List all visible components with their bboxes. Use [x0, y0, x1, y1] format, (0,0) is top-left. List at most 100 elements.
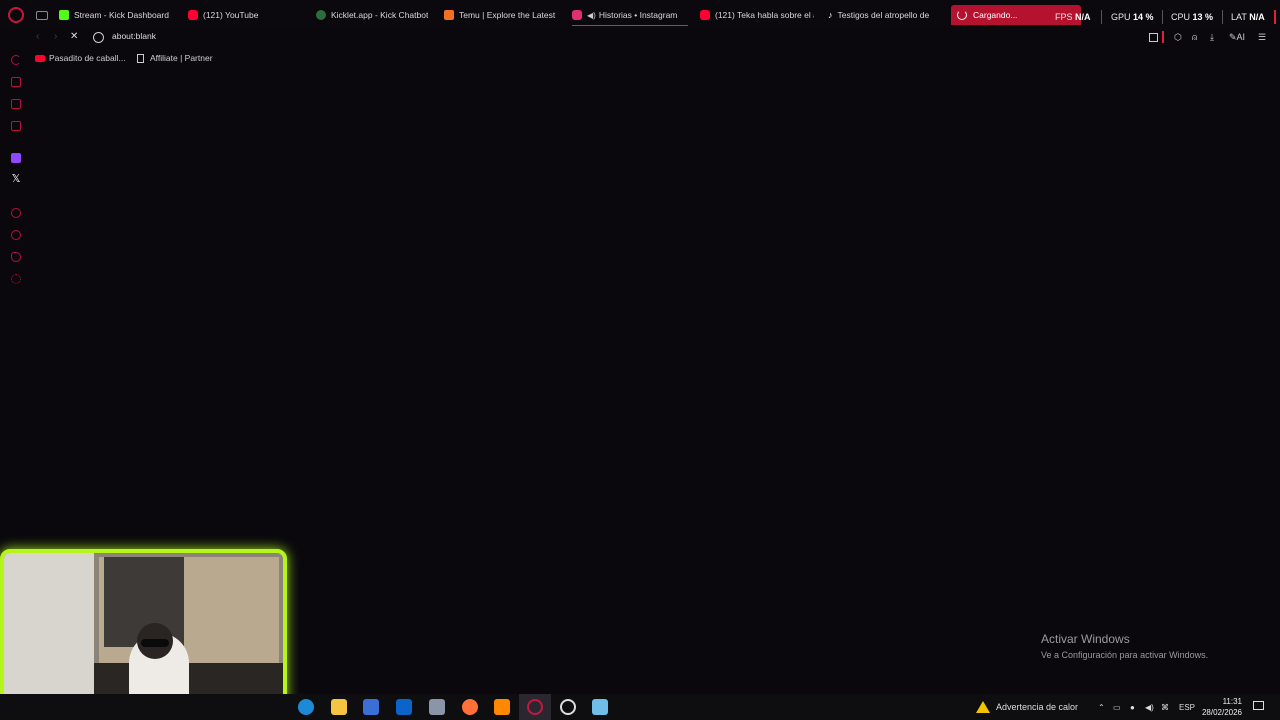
accent-divider	[1274, 10, 1276, 24]
taskbar	[0, 694, 1280, 720]
youtube-icon	[700, 10, 710, 20]
app-icon[interactable]	[429, 699, 445, 715]
instagram-icon	[572, 10, 582, 20]
opera-gx-icon[interactable]	[527, 699, 543, 715]
youtube-icon	[35, 54, 45, 62]
speaker-icon: ◀)	[587, 10, 596, 20]
lat-label: LAT	[1231, 12, 1247, 22]
tab-title: Stream - Kick Dashboard	[74, 10, 169, 20]
cpu-value: 13 %	[1192, 12, 1214, 22]
address-bar: ‹ › ✕ about:blank	[0, 28, 1280, 46]
divider	[1162, 10, 1163, 24]
back-icon[interactable]: ‹	[36, 31, 39, 42]
lat-stat: LAT N/A	[1231, 12, 1265, 22]
tab-temu[interactable]: Temu | Explore the Latest	[444, 5, 556, 25]
watermark-subtitle: Ve a Configuración para activar Windows.	[1041, 650, 1209, 660]
outlook-icon[interactable]	[396, 699, 412, 715]
divider	[1101, 10, 1102, 24]
microphone-icon[interactable]: ●	[1130, 703, 1135, 712]
opera-gx-logo-icon[interactable]	[8, 7, 24, 23]
aria-ai-button[interactable]: ✎AI	[1229, 32, 1251, 42]
heat-warning-label: Advertencia de calor	[996, 702, 1079, 712]
stop-loading-icon[interactable]: ✕	[70, 31, 78, 42]
play-icon[interactable]	[11, 208, 21, 218]
tab-title: Testigos del atropello de	[837, 10, 930, 20]
refresh-icon[interactable]	[11, 55, 21, 65]
explorer-icon[interactable]	[331, 699, 347, 715]
profile-icon[interactable]: ⍝	[1192, 32, 1202, 42]
notepad-icon[interactable]	[592, 699, 608, 715]
news-icon[interactable]	[11, 121, 21, 131]
speedtest-icon[interactable]	[560, 699, 576, 715]
aria-icon: ✎	[1229, 32, 1237, 42]
divider	[1222, 10, 1223, 24]
lat-value: N/A	[1249, 12, 1265, 22]
network-icon[interactable]: ⌘	[1161, 703, 1169, 712]
settings-icon[interactable]	[11, 274, 21, 284]
firefox-icon[interactable]	[462, 699, 478, 715]
snapshot-icon[interactable]	[1149, 33, 1158, 42]
tiktok-icon: ♪	[828, 10, 833, 20]
warning-icon	[976, 701, 990, 713]
ai-label: AI	[1236, 32, 1246, 42]
clock-time: 11:31	[1222, 697, 1242, 706]
gpu-stat: GPU 14 %	[1111, 12, 1154, 22]
loading-spinner-icon	[957, 10, 967, 20]
notifications-icon[interactable]	[1253, 701, 1264, 710]
vlc-icon[interactable]	[494, 699, 510, 715]
tab-title: Temu | Explore the Latest	[459, 10, 556, 20]
page-icon	[137, 53, 144, 63]
history-icon[interactable]	[11, 230, 21, 240]
tab-kick-dashboard[interactable]: Stream - Kick Dashboard	[59, 5, 179, 25]
extensions-icon[interactable]: ⬡	[1174, 32, 1184, 42]
download-icon[interactable]: ⤓	[1210, 32, 1220, 42]
store-icon[interactable]	[11, 77, 21, 87]
forward-icon[interactable]: ›	[54, 31, 57, 42]
webcam-overlay	[0, 549, 287, 717]
x-icon[interactable]: 𝕏	[11, 174, 21, 185]
gpu-value: 14 %	[1133, 12, 1154, 22]
battery-icon[interactable]: ▭	[1113, 703, 1121, 712]
accent-divider	[1162, 31, 1164, 43]
fps-value: N/A	[1075, 12, 1091, 22]
gpu-label: GPU	[1111, 12, 1131, 22]
tab-title: (121) YouTube	[203, 10, 259, 20]
url-field[interactable]: about:blank	[112, 31, 156, 41]
chat-icon[interactable]	[11, 99, 21, 109]
chevron-up-icon[interactable]: ⌃	[1098, 703, 1105, 712]
kicklet-icon	[316, 10, 326, 20]
edge-icon[interactable]	[298, 699, 314, 715]
clock[interactable]: 11:31 28/02/2026	[1196, 696, 1242, 718]
globe-icon	[93, 32, 104, 43]
store-icon[interactable]	[363, 699, 379, 715]
tab-youtube-teka[interactable]: (121) Teka habla sobre el a	[700, 5, 814, 25]
watermark-title: Activar Windows	[1041, 632, 1130, 646]
extensions-icon[interactable]	[11, 252, 21, 262]
menu-icon[interactable]: ☰	[1258, 32, 1268, 42]
tab-title: Kicklet.app - Kick Chatbot	[331, 10, 428, 20]
tab-title: Cargando...	[973, 10, 1018, 20]
fps-stat: FPS N/A	[1055, 12, 1091, 22]
bookmark-item[interactable]: Affiliate | Partner	[137, 53, 213, 63]
cpu-label: CPU	[1171, 12, 1191, 22]
bookmark-item[interactable]: Pasadito de caball...	[35, 53, 126, 63]
tab-title: (121) Teka habla sobre el a	[715, 10, 814, 20]
twitch-icon[interactable]	[11, 153, 21, 163]
webcam-shelf	[4, 553, 94, 713]
tab-tiktok[interactable]: ♪ Testigos del atropello de	[828, 5, 942, 25]
tab-youtube[interactable]: (121) YouTube	[188, 5, 298, 25]
temu-icon	[444, 10, 454, 20]
heat-warning[interactable]: Advertencia de calor	[976, 701, 1078, 713]
clock-date: 28/02/2026	[1201, 708, 1242, 717]
bookmark-label: Affiliate | Partner	[150, 53, 213, 63]
tab-manager-icon[interactable]	[36, 10, 48, 20]
activate-windows-watermark: Activar Windows Ve a Configuración para …	[1041, 632, 1208, 660]
volume-icon[interactable]: ◀)	[1145, 703, 1154, 712]
tab-instagram[interactable]: ◀) Historias • Instagram	[572, 5, 688, 26]
youtube-icon	[188, 10, 198, 20]
tab-kicklet[interactable]: Kicklet.app - Kick Chatbot	[316, 5, 428, 25]
cpu-stat: CPU 13 %	[1171, 12, 1213, 22]
language-indicator[interactable]: ESP	[1179, 703, 1195, 712]
webcam-sunglasses	[141, 639, 169, 647]
kick-icon	[59, 10, 69, 20]
